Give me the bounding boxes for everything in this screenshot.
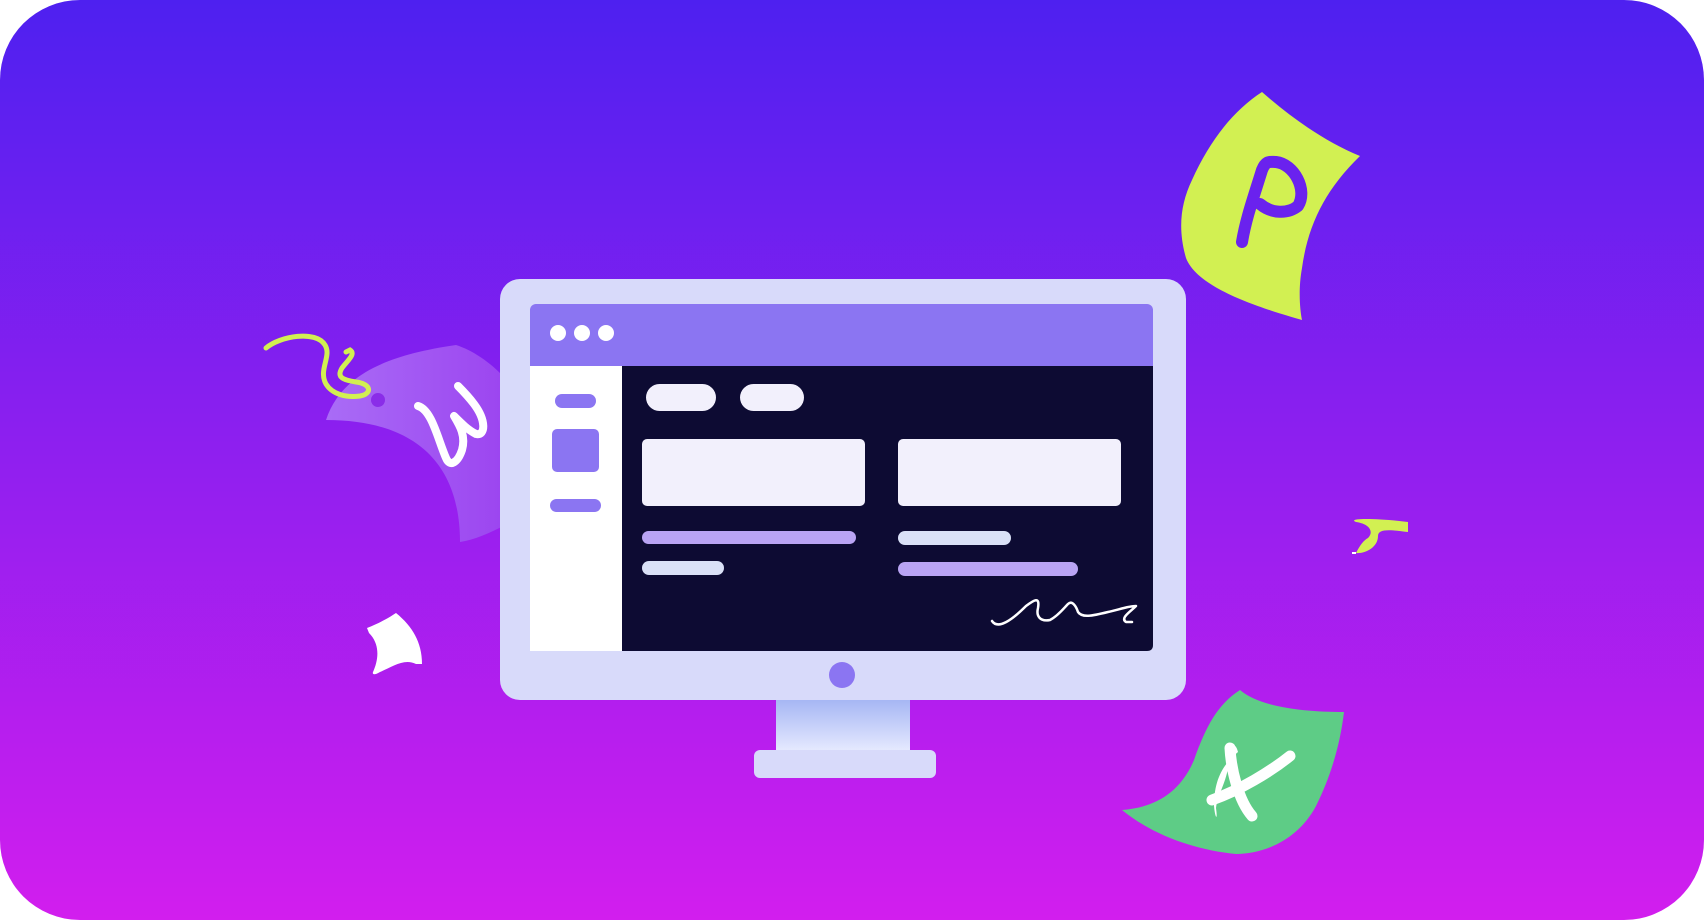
- app-window: [530, 304, 1153, 651]
- text-line-3: [898, 531, 1011, 545]
- tab-1[interactable]: [646, 384, 716, 411]
- text-line-4: [898, 562, 1078, 576]
- illustration-canvas: [0, 0, 1704, 920]
- sidebar-item-2[interactable]: [552, 429, 599, 472]
- window-dot-close[interactable]: [550, 325, 566, 341]
- content-card-2[interactable]: [898, 439, 1121, 506]
- monitor-base: [754, 750, 936, 778]
- power-button[interactable]: [829, 662, 855, 688]
- window-dot-maximize[interactable]: [598, 325, 614, 341]
- text-line-1: [642, 531, 856, 544]
- text-line-2: [642, 561, 724, 575]
- sidebar-item-3[interactable]: [550, 499, 601, 512]
- window-dot-minimize[interactable]: [574, 325, 590, 341]
- hero-illustration: [0, 0, 1704, 920]
- sidebar-item-1[interactable]: [555, 394, 596, 408]
- monitor-neck: [776, 700, 910, 752]
- tab-2[interactable]: [740, 384, 804, 411]
- content-card-1[interactable]: [642, 439, 865, 506]
